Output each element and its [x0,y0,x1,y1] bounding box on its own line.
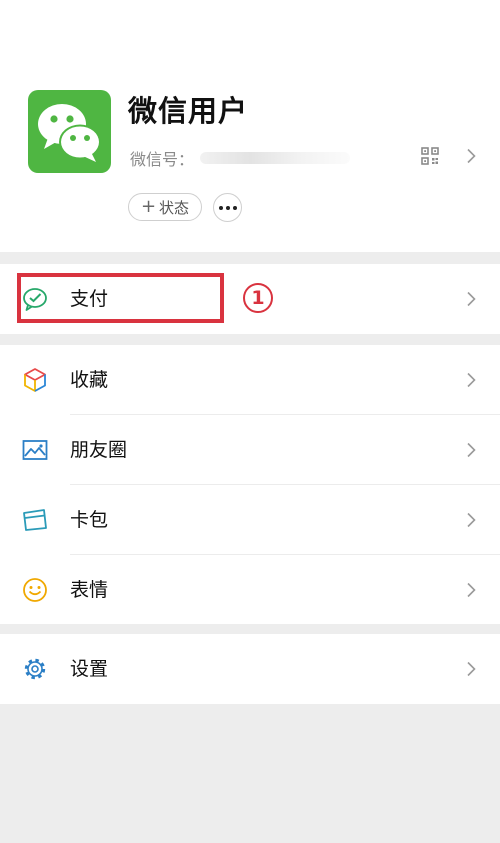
dot-icon [218,205,223,210]
menu-item-label: 表情 [70,579,109,601]
chevron-right-icon [467,512,476,528]
menu-item-stickers[interactable]: 表情 [0,555,500,625]
wechat-logo-icon [38,104,101,162]
plus-icon: + [140,196,157,217]
menu-item-cards[interactable]: 卡包 [0,485,500,555]
chevron-right-icon[interactable] [466,148,476,164]
nickname: 微信用户 [128,94,249,128]
chevron-right-icon [467,372,476,388]
card-icon [23,509,47,531]
wechat-id-value-redacted [200,152,351,164]
menu-item-moments[interactable]: 朋友圈 [0,415,500,485]
wechat-id-label: 微信号： [130,150,195,169]
chevron-right-icon [467,442,476,458]
menu-item-label: 收藏 [70,369,109,391]
menu-item-favorites[interactable]: 收藏 [0,345,500,415]
annotation-step-number: 1 [243,283,273,313]
settings-section: 设置 [0,634,500,704]
wechat-id[interactable]: 微信号： [130,146,351,170]
menu-item-settings[interactable]: 设置 [0,634,500,704]
features-section: 收藏 朋友圈 卡包 表情 [0,345,500,624]
cube-icon [24,368,46,392]
menu-item-label: 朋友圈 [70,439,128,461]
gear-icon [24,658,46,680]
add-status-button[interactable]: + 状态 [128,193,202,221]
chevron-right-icon [467,291,476,307]
dot-icon [232,205,237,210]
menu-item-label: 设置 [70,658,109,680]
menu-item-label: 卡包 [70,509,109,531]
chevron-right-icon [467,661,476,677]
profile-header: 微信用户 微信号： + 状态 [0,0,500,252]
smiley-icon [23,578,47,602]
annotation-highlight-box [17,273,224,323]
status-button-label: 状态 [159,198,190,217]
image-icon [22,440,48,460]
qr-code-icon[interactable] [421,147,439,165]
more-button[interactable] [213,193,242,222]
avatar[interactable] [28,90,111,173]
dot-icon [225,205,230,210]
chevron-right-icon [467,582,476,598]
